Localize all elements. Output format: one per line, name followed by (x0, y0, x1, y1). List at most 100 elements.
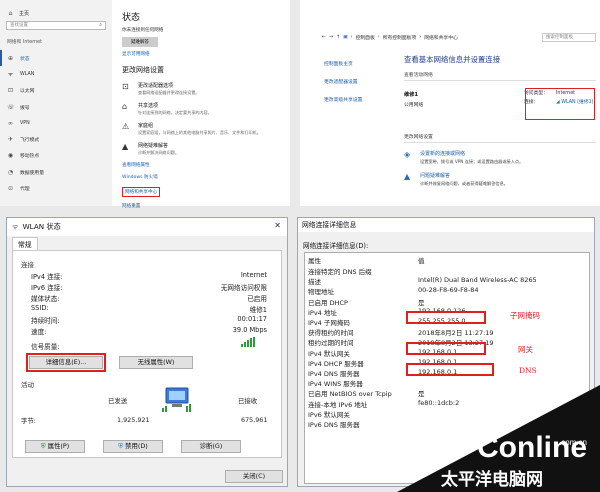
network-properties-link[interactable]: 查看网络属性 (122, 162, 290, 168)
control-panel-search-input[interactable]: 搜索控制面板 (542, 33, 596, 42)
shield-icon: ⛨ (40, 442, 46, 450)
available-networks-link[interactable]: 显示可用网络 (122, 51, 290, 57)
breadcrumb-control-panel[interactable]: 控制面板 (356, 34, 375, 41)
properties-button[interactable]: ⛨ 属性(P) (25, 440, 85, 453)
tab-general[interactable]: 常规 (12, 237, 38, 250)
property-cell: 已启用 DHCP (308, 298, 348, 307)
property-cell: IPv6 DNS 服务器 (308, 421, 360, 429)
table-row[interactable]: 连接特定的 DNS 后缀 (305, 266, 591, 276)
dialog-titlebar: ᯤ WLAN 状态 ✕ (7, 218, 287, 236)
property-cell: 获得租约的时间 (308, 329, 354, 338)
homegroup-icon: ⚠ (122, 122, 130, 131)
home-icon: ⌂ (8, 10, 13, 17)
property-cell: 描述 (308, 278, 321, 287)
watermark-cn: 太平洋电脑网 (441, 469, 543, 490)
nav-item-vpn[interactable]: ∞ VPN (0, 115, 112, 131)
hotspot-icon: ◉ (7, 152, 14, 160)
property-cell: 租约过期的时间 (308, 339, 354, 348)
value-cell: 2018年8月2日 11:27:19 (418, 329, 494, 338)
network-reset-link[interactable]: 网络重置 (122, 203, 290, 209)
nav-section-title: 网络和 Internet (7, 40, 42, 45)
value-cell: 是 (418, 298, 425, 307)
table-row[interactable]: 描述 Intel(R) Dual Band Wireless-AC 8265 (305, 276, 591, 286)
details-label: 网络连接详细信息(D): (303, 242, 369, 250)
gateway-annotation: 网关 (518, 345, 533, 354)
settings-main: 状态 你未连接到任何网络 疑难解答 显示可用网络 更改网络设置 ⊡ 更改适配器选… (122, 0, 290, 209)
up-icon[interactable]: ↑ (336, 35, 340, 40)
property-cell: IPv4 DHCP 服务器 (308, 359, 364, 368)
nav-item-hotspot[interactable]: ◉ 移动热点 (0, 148, 112, 164)
close-icon[interactable]: ✕ (274, 221, 281, 230)
property-cell: IPv6 默认网关 (308, 410, 350, 419)
action-troubleshoot[interactable]: ▲ 问题疑难解答 诊断并修复网络问题，或者获得疑难解答信息。 (404, 172, 596, 187)
field-media: 媒体状态: 已启用 (31, 295, 267, 303)
field-speed: 速度: 39.0 Mbps (31, 326, 267, 336)
close-button[interactable]: 关闭(C) (225, 470, 283, 483)
disable-button[interactable]: ⛨ 禁用(D) (103, 440, 163, 453)
status-text: 你未连接到任何网络 (122, 28, 164, 33)
forward-icon[interactable]: → (329, 35, 333, 40)
property-cell: IPv4 默认网关 (308, 349, 350, 358)
highlight-box (26, 353, 106, 372)
property-cell: 连接特定的 DNS 后缀 (308, 268, 372, 276)
subnet-highlight-box (406, 311, 486, 324)
settings-sidebar: ⌂ 主页 查找设置 ⌕ 网络和 Internet ⊕ 状态 ᯤ WLAN ⊡ 以… (0, 0, 112, 206)
action-new-connection[interactable]: ◈ 设置新的连接或网络 设置宽带、拨号或 VPN 连接；或设置路由器或接入点。 (404, 150, 596, 165)
troubleshoot-icon: ▲ (404, 172, 411, 181)
nav-item-proxy[interactable]: ⊙ 代理 (0, 180, 112, 196)
diagnose-button[interactable]: 诊断(G) (181, 440, 241, 453)
property-cell: IPv4 WINS 服务器 (308, 380, 363, 389)
proxy-icon: ⊙ (7, 185, 14, 193)
nav-item-airplane[interactable]: ✈ 飞行模式 (0, 131, 112, 147)
pconline-watermark: PConline .com.cn 太平洋电脑网 (397, 385, 600, 492)
network-activity-icon (162, 387, 191, 412)
network-sharing-center-link[interactable]: 网络和共享中心 (122, 186, 161, 197)
property-cell: IPv4 地址 (308, 308, 337, 317)
wireless-properties-button[interactable]: 无线属性(W) (119, 356, 193, 369)
value-cell: Intel(R) Dual Band Wireless-AC 8265 (418, 276, 537, 285)
network-name: 维修1 (404, 92, 418, 98)
table-row[interactable]: 物理地址 00-28-F8-69-F8-84 (305, 286, 591, 296)
property-cell: IPv4 DNS 服务器 (308, 370, 360, 378)
phone-icon: ☏ (7, 103, 15, 111)
option-homegroup[interactable]: ⚠ 家庭组 设置家庭组，与网络上的其他电脑共享照片、音乐、文件和打印机。 (122, 122, 290, 135)
value-cell: 00-28-F8-69-F8-84 (418, 286, 479, 295)
settings-search-input[interactable]: 查找设置 ⌕ (6, 21, 106, 30)
option-sharing[interactable]: ⌂ 共享选项 针对连接到的网络，决定要共享的内容。 (122, 102, 290, 115)
change-adapter-settings-link[interactable]: 更改适配器设置 (324, 78, 362, 85)
table-row[interactable]: 获得租约的时间 2018年8月2日 11:27:19 (305, 327, 591, 337)
dialog-title: WLAN 状态 (22, 222, 61, 231)
wifi-icon: ᯤ (7, 71, 14, 79)
option-troubleshoot[interactable]: ▲ 网络疑难解答 诊断并解决网络问题。 (122, 142, 290, 155)
nav-item-wlan[interactable]: ᯤ WLAN (0, 66, 112, 82)
advanced-sharing-link[interactable]: 更改高级共享设置 (324, 96, 362, 103)
table-row[interactable]: 已启用 DHCP 是 (305, 297, 591, 307)
connection-group-label: 连接 (21, 261, 34, 269)
airplane-icon: ✈ (7, 136, 14, 144)
page-title: 状态 (122, 13, 141, 23)
nav-item-ethernet[interactable]: ⊡ 以太网 (0, 83, 112, 99)
breadcrumb-nsc[interactable]: 网络和共享中心 (424, 34, 458, 41)
nav-item-dialup[interactable]: ☏ 拨号 (0, 99, 112, 115)
control-panel-home-link[interactable]: 控制面板主页 (324, 60, 362, 67)
watermark-domain: .com.cn (559, 438, 587, 447)
sent-label: 已发送 (108, 397, 128, 405)
firewall-link[interactable]: Windows 防火墙 (122, 174, 290, 180)
warning-icon: ▲ (122, 142, 129, 151)
nav-home[interactable]: ⌂ 主页 (0, 9, 112, 19)
nsc-heading: 查看基本网络信息并设置连接 (404, 55, 501, 64)
table-header: 属性 值 (308, 257, 425, 265)
address-bar[interactable]: ← → ↑ ▣ › 控制面板 › 所有控制面板项 › 网络和共享中心 (322, 34, 458, 41)
option-adapter[interactable]: ⊡ 更改适配器选项 查看网络适配器并更改连接设置。 (122, 82, 290, 95)
nav-item-data-usage[interactable]: ◔ 数据使用量 (0, 164, 112, 180)
back-icon[interactable]: ← (322, 35, 326, 40)
field-ssid: SSID: 维修1 (31, 304, 267, 314)
ethernet-icon: ⊡ (7, 87, 14, 95)
nav-home-label: 主页 (19, 11, 30, 17)
watermark-brand: PConline (457, 431, 587, 464)
bytes-received: 675,961 (241, 416, 268, 424)
troubleshoot-button[interactable]: 疑难解答 (122, 37, 158, 47)
nav-item-status[interactable]: ⊕ 状态 (0, 50, 112, 67)
bytes-sent: 1,925,921 (117, 416, 150, 424)
breadcrumb-all-items[interactable]: 所有控制面板项 (383, 34, 417, 41)
